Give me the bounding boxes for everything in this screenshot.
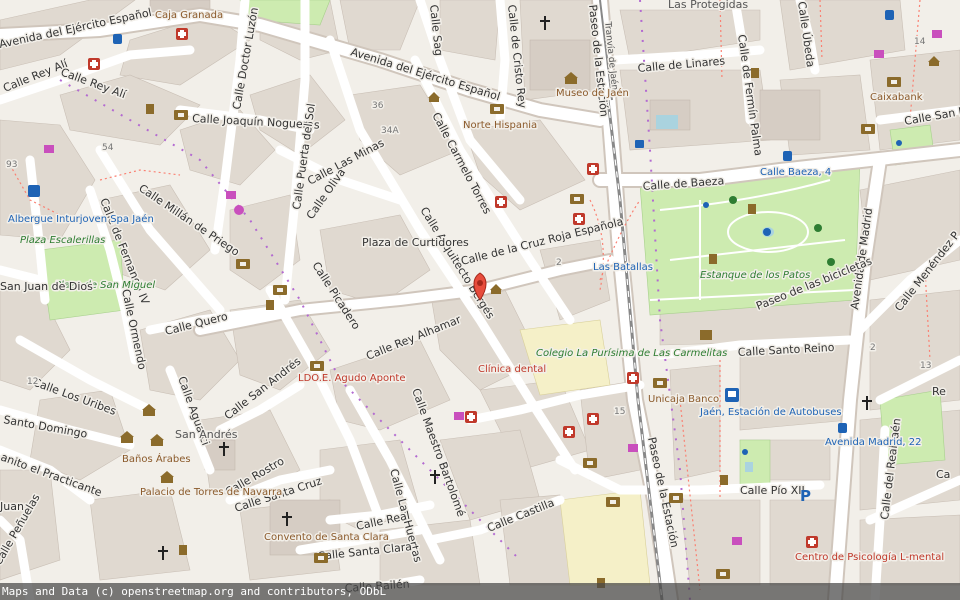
restaurant-icon — [748, 204, 756, 214]
restaurant-icon — [720, 475, 728, 485]
shop-icon — [874, 50, 884, 58]
label-caja-granada: Caja Granada — [155, 10, 223, 21]
label-n2b: 2 — [870, 343, 876, 353]
bank-icon — [273, 285, 287, 295]
pharmacy-icon — [573, 213, 585, 225]
bus-stop-icon — [28, 185, 40, 197]
label-estacion-bus: Jaén, Estación de Autobuses — [699, 406, 842, 418]
map-attribution[interactable]: Maps and Data (c) openstreetmap.org and … — [0, 583, 960, 600]
museum-icon — [150, 434, 164, 446]
bank-icon — [716, 569, 730, 579]
bank-icon — [583, 458, 597, 468]
bus-stop-icon — [725, 388, 739, 402]
bank-icon — [570, 194, 584, 204]
pharmacy-icon — [587, 163, 599, 175]
svg-text:P: P — [800, 487, 811, 505]
label-plaza-escalerillas: Plaza Escalerillas — [20, 235, 105, 246]
label-palacio: Palacio de Torres de Navarra — [140, 487, 282, 498]
label-n14: 14 — [914, 37, 926, 47]
library-icon — [700, 330, 712, 340]
label-plaza-curtidores: Plaza de Curtidores — [362, 236, 469, 249]
map-canvas: Avenida del Ejército Español Avenida del… — [0, 0, 960, 600]
pharmacy-icon — [495, 196, 507, 208]
bank-icon — [310, 361, 324, 371]
restaurant-icon — [146, 104, 154, 114]
label-norte-hispania: Norte Hispania — [463, 120, 537, 131]
label-n54: 54 — [102, 143, 114, 153]
label-estanque: Estanque de los Patos — [700, 270, 810, 281]
bank-icon — [174, 110, 188, 120]
label-re: Re — [932, 385, 946, 398]
label-banos-arabes: Baños Árabes — [122, 452, 191, 465]
label-pio-xii: Calle Pío XII — [740, 484, 805, 497]
shop-icon — [226, 191, 236, 199]
bicycle-icon — [234, 205, 244, 215]
label-convento: Convento de Santa Clara — [264, 532, 389, 543]
label-n36: 36 — [372, 101, 384, 111]
bank-icon — [314, 553, 328, 563]
shop-icon — [732, 537, 742, 545]
label-ldo-aguado: LDO.E. Agudo Aponte — [298, 373, 405, 384]
label-las-batallas: Las Batallas — [593, 262, 653, 273]
bank-icon — [490, 104, 504, 114]
label-albergue: Albergue Inturjoven Spa Jaén — [8, 213, 154, 225]
label-caixabank: Caixabank — [870, 92, 923, 103]
label-juan: Juan — [0, 500, 24, 513]
label-n15: 15 — [614, 407, 625, 417]
bus-stop-icon — [635, 140, 644, 148]
pharmacy-icon — [176, 28, 188, 40]
pharmacy-icon — [587, 413, 599, 425]
bus-stop-icon — [838, 423, 847, 433]
shop-icon — [628, 444, 638, 452]
restaurant-icon — [179, 545, 187, 555]
label-centro-psico: Centro de Psicología L-mental — [795, 551, 944, 563]
shop-icon — [932, 30, 942, 38]
parking-icon: P — [800, 487, 811, 505]
label-unicaja: Unicaja Banco — [648, 394, 719, 405]
church-icon — [430, 470, 440, 484]
restaurant-icon — [751, 68, 759, 78]
bus-stop-icon — [885, 10, 894, 20]
bank-icon — [669, 493, 683, 503]
bus-stop-icon — [113, 34, 122, 44]
label-n2: 2 — [556, 258, 562, 268]
bus-stop-icon — [783, 151, 792, 161]
label-colegio: Colegio La Purísima de Las Carmelitas — [536, 347, 727, 359]
label-n13: 13 — [920, 361, 931, 371]
pharmacy-icon — [88, 58, 100, 70]
label-san-andres-pl: San Andrés — [175, 428, 238, 441]
restaurant-icon — [266, 300, 274, 310]
label-clinica: Clínica dental — [478, 363, 546, 375]
label-calle-baeza-4: Calle Baeza, 4 — [760, 167, 831, 178]
shop-icon — [454, 412, 464, 420]
restaurant-icon — [709, 254, 717, 264]
label-n93: 93 — [6, 160, 17, 170]
label-san-juan: San Juan de Dios — [0, 280, 93, 293]
label-n12: 12 — [27, 377, 38, 387]
label-ca: Ca — [936, 468, 950, 481]
bank-icon — [887, 77, 901, 87]
label-las-protegidas: Las Protegidas — [668, 0, 748, 11]
bank-icon — [861, 124, 875, 134]
pharmacy-icon — [563, 426, 575, 438]
bank-icon — [236, 259, 250, 269]
pharmacy-icon — [806, 536, 818, 548]
label-n34a: 34A — [381, 126, 399, 136]
label-av-madrid-22: Avenida Madrid, 22 — [825, 437, 922, 448]
museum-icon — [160, 471, 174, 483]
bank-icon — [606, 497, 620, 507]
map-view[interactable]: Avenida del Ejército Español Avenida del… — [0, 0, 960, 600]
label-museo-jaen: Museo de Jaén — [556, 87, 629, 99]
shop-icon — [44, 145, 54, 153]
bank-icon — [653, 378, 667, 388]
pharmacy-icon — [627, 372, 639, 384]
pharmacy-icon — [465, 411, 477, 423]
